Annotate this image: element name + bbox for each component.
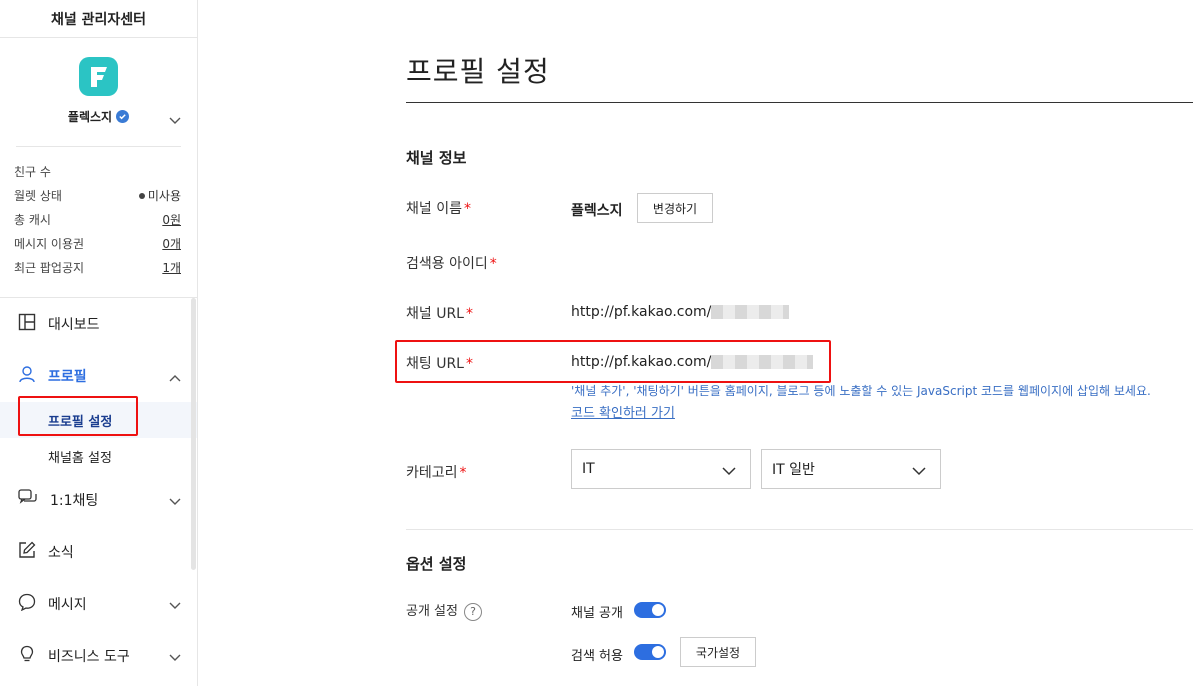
channel-stats: 친구 수 월렛 상태 미사용 총 캐시 0원 메시지 이용권 0개 최근 팝업공… bbox=[0, 147, 197, 297]
search-allowed-label: 검색 허용 bbox=[571, 649, 623, 664]
channel-url-label: 채널 URL * bbox=[406, 306, 473, 322]
category-main-select[interactable]: IT bbox=[571, 449, 751, 489]
message-credits-link[interactable]: 0개 bbox=[162, 235, 181, 252]
stat-friends: 친구 수 bbox=[14, 164, 51, 179]
channel-public-toggle[interactable] bbox=[634, 602, 666, 618]
stat-message-credits: 메시지 이용권 0개 bbox=[14, 235, 181, 252]
required-mark: * bbox=[463, 201, 471, 217]
sidebar-subitem-channel-home-settings[interactable]: 채널홈 설정 bbox=[0, 438, 197, 474]
page-title: 프로필 설정 bbox=[406, 55, 550, 88]
channel-public-label: 채널 공개 bbox=[571, 606, 623, 621]
chevron-down-icon bbox=[722, 464, 736, 480]
search-id-label: 검색용 아이디 * bbox=[406, 256, 497, 272]
chevron-down-icon bbox=[169, 598, 181, 614]
channel-name-row: 플렉스지 bbox=[0, 108, 197, 125]
sidebar: 채널 관리자센터 플렉스지 친구 수 월렛 상태 미사용 총 캐시 0원 메시지… bbox=[0, 0, 198, 686]
channel-url-value: http://pf.kakao.com/ bbox=[571, 304, 790, 320]
sidebar-item-dashboard[interactable]: 대시보드 bbox=[0, 298, 197, 350]
sidebar-item-profile[interactable]: 프로필 bbox=[0, 350, 197, 402]
sidebar-item-news[interactable]: 소식 bbox=[0, 526, 197, 578]
channel-profile: 플렉스지 bbox=[0, 38, 197, 146]
chat-url-help-text: '채널 추가', '채팅하기' 버튼을 홈페이지, 블로그 등에 노출할 수 있… bbox=[571, 384, 1151, 398]
sidebar-scrollbar[interactable] bbox=[191, 298, 196, 570]
redacted-url-segment bbox=[711, 305, 790, 319]
section-title-channel-info: 채널 정보 bbox=[406, 149, 467, 167]
country-settings-button[interactable]: 국가설정 bbox=[680, 637, 756, 667]
title-divider bbox=[406, 102, 1193, 103]
app-root: 채널 관리자센터 플렉스지 친구 수 월렛 상태 미사용 총 캐시 0원 메시지… bbox=[0, 0, 1193, 686]
section-divider bbox=[406, 529, 1193, 530]
category-label: 카테고리 * bbox=[406, 465, 467, 481]
dashboard-icon bbox=[18, 313, 36, 335]
channel-name: 플렉스지 bbox=[67, 110, 113, 124]
search-allowed-toggle[interactable] bbox=[634, 644, 666, 660]
required-mark: * bbox=[489, 256, 497, 272]
edit-icon bbox=[18, 541, 36, 563]
speech-bubble-icon bbox=[18, 593, 36, 615]
app-title: 채널 관리자센터 bbox=[0, 0, 197, 38]
change-name-button[interactable]: 변경하기 bbox=[637, 193, 713, 223]
sidebar-item-chat[interactable]: 1:1채팅 bbox=[0, 474, 197, 526]
help-icon[interactable]: ? bbox=[463, 602, 482, 621]
required-mark: * bbox=[466, 306, 473, 322]
lightbulb-icon bbox=[18, 645, 36, 667]
popup-notices-link[interactable]: 1개 bbox=[162, 259, 181, 276]
channel-logo-icon bbox=[79, 57, 118, 96]
highlight-box-chat-url bbox=[395, 340, 831, 383]
sidebar-nav: 대시보드 프로필 프로필 설정 채널홈 설정 1:1채팅 소식 메시지 비즈니스… bbox=[0, 298, 197, 682]
chevron-down-icon bbox=[912, 464, 926, 480]
chat-bubbles-icon bbox=[18, 489, 38, 511]
sidebar-item-message[interactable]: 메시지 bbox=[0, 578, 197, 630]
stat-popup-notices: 최근 팝업공지 1개 bbox=[14, 259, 181, 276]
chevron-up-icon bbox=[169, 370, 181, 386]
code-check-link[interactable]: 코드 확인하러 가기 bbox=[571, 402, 675, 421]
required-mark: * bbox=[459, 465, 467, 481]
channel-name-value: 플렉스지 bbox=[571, 203, 623, 219]
section-title-options: 옵션 설정 bbox=[406, 555, 467, 573]
chevron-down-icon[interactable] bbox=[169, 110, 181, 129]
stat-wallet: 월렛 상태 미사용 bbox=[14, 188, 181, 203]
chevron-down-icon bbox=[169, 650, 181, 666]
highlight-box-profile-settings bbox=[18, 396, 138, 436]
sidebar-item-business-tools[interactable]: 비즈니스 도구 bbox=[0, 630, 197, 682]
person-icon bbox=[18, 365, 36, 387]
visibility-label: 공개 설정? bbox=[406, 600, 482, 621]
category-sub-select[interactable]: IT 일반 bbox=[761, 449, 941, 489]
chevron-down-icon bbox=[169, 494, 181, 510]
channel-name-label: 채널 이름 * bbox=[406, 201, 471, 217]
status-dot-icon bbox=[138, 193, 145, 199]
verified-badge-icon bbox=[116, 110, 130, 123]
main-content: 프로필 설정 채널 정보 채널 이름 * 플렉스지 변경하기 검색용 아이디 * 채… bbox=[198, 0, 1193, 686]
stat-cash: 총 캐시 0원 bbox=[14, 211, 181, 228]
cash-link[interactable]: 0원 bbox=[162, 211, 181, 228]
